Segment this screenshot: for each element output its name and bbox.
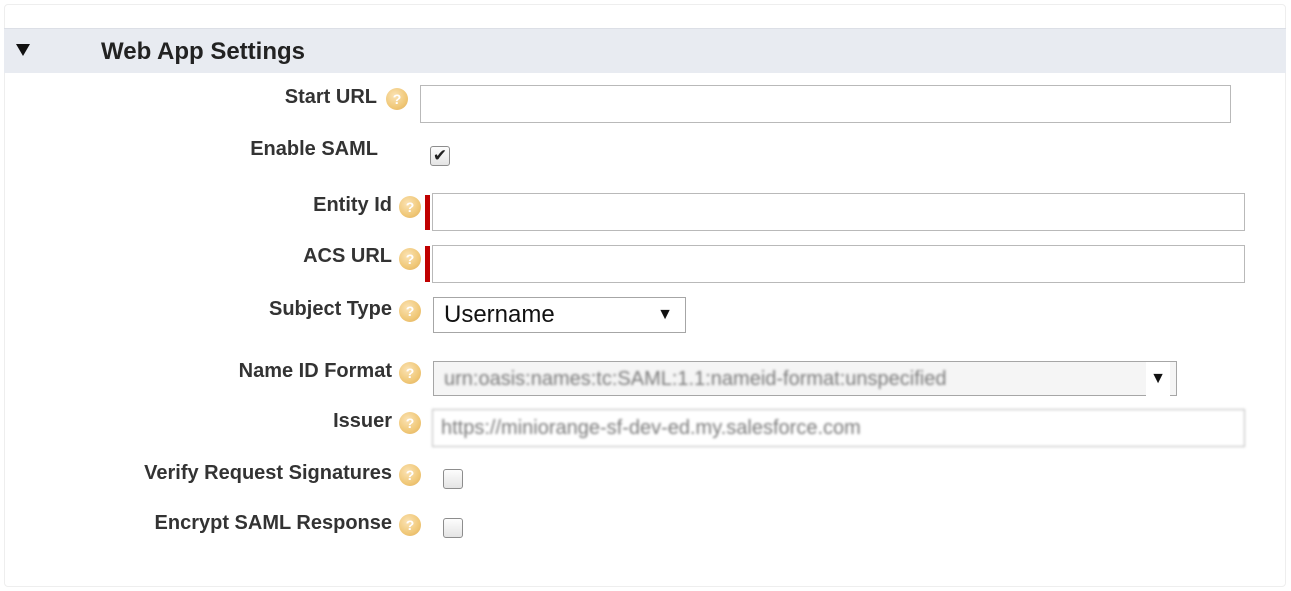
name-id-format-selected: urn:oasis:names:tc:SAML:1.1:nameid-forma… <box>444 368 947 390</box>
verify-request-signatures-label: Verify Request Signatures <box>144 462 392 484</box>
dropdown-triangle-icon: ▼ <box>657 306 673 323</box>
entity-id-required-indicator <box>425 195 430 230</box>
encrypt-saml-response-help-icon[interactable]: ? <box>399 514 421 536</box>
section-header[interactable]: Web App Settings <box>4 28 1286 73</box>
acs-url-input[interactable] <box>432 245 1245 283</box>
issuer-input[interactable]: https://miniorange-sf-dev-ed.my.salesfor… <box>432 409 1245 447</box>
name-id-format-help-icon[interactable]: ? <box>399 362 421 384</box>
name-id-format-select[interactable]: urn:oasis:names:tc:SAML:1.1:nameid-forma… <box>433 361 1177 396</box>
verify-request-signatures-checkbox[interactable] <box>443 469 463 489</box>
acs-url-help-icon[interactable]: ? <box>399 248 421 270</box>
enable-saml-label: Enable SAML <box>250 138 378 160</box>
issuer-help-icon[interactable]: ? <box>399 412 421 434</box>
entity-id-input[interactable] <box>432 193 1245 231</box>
start-url-help-icon[interactable]: ? <box>386 88 408 110</box>
verify-request-signatures-help-icon[interactable]: ? <box>399 464 421 486</box>
start-url-label: Start URL <box>284 86 377 108</box>
subject-type-select[interactable]: Username ▼ <box>433 297 686 333</box>
acs-url-required-indicator <box>425 246 430 282</box>
subject-type-help-icon[interactable]: ? <box>399 300 421 322</box>
acs-url-label: ACS URL <box>303 245 392 267</box>
entity-id-label: Entity Id <box>313 194 392 216</box>
encrypt-saml-response-label: Encrypt SAML Response <box>154 512 392 534</box>
subject-type-selected: Username <box>444 301 555 328</box>
enable-saml-checkbox[interactable]: ✔ <box>430 146 450 166</box>
dropdown-triangle-icon: ▼ <box>1146 362 1170 396</box>
issuer-label: Issuer <box>333 410 392 432</box>
encrypt-saml-response-checkbox[interactable] <box>443 518 463 538</box>
section-title: Web App Settings <box>101 38 305 65</box>
collapse-triangle-icon[interactable] <box>16 44 30 56</box>
entity-id-help-icon[interactable]: ? <box>399 196 421 218</box>
subject-type-label: Subject Type <box>269 298 392 320</box>
name-id-format-label: Name ID Format <box>238 360 392 382</box>
start-url-input[interactable] <box>420 85 1231 123</box>
